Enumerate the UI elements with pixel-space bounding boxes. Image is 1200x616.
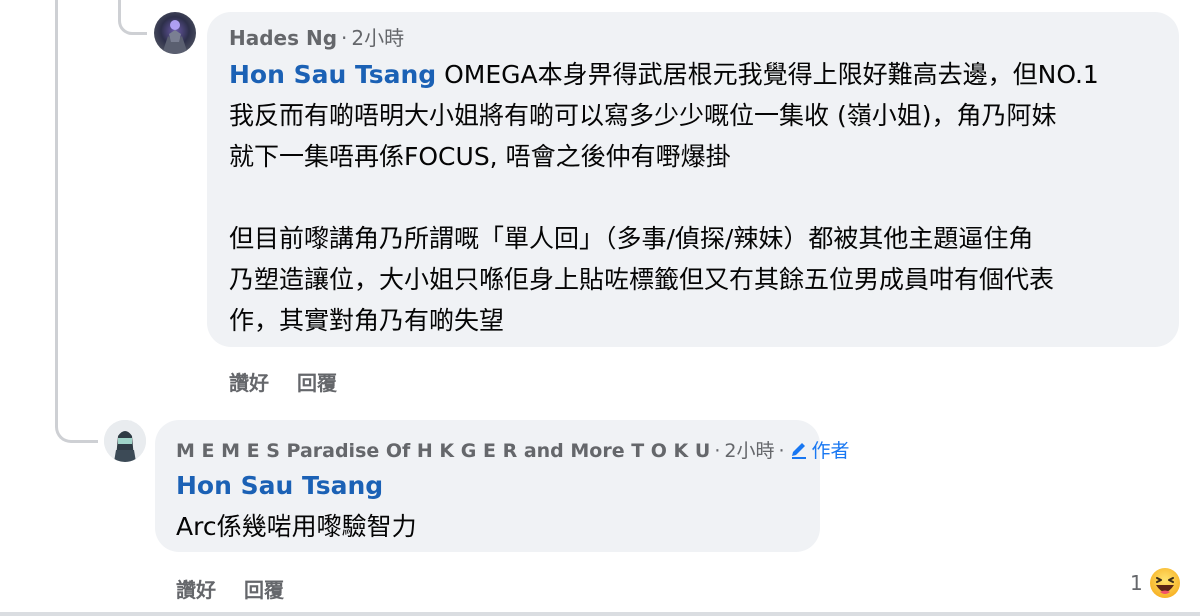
comment-header: M E M E S Paradise Of H K G E R and More… [176,436,850,463]
author-badge: 作者 [789,440,850,462]
avatar[interactable] [154,12,196,54]
thread-connector-vertical-main [55,0,58,418]
author-badge-label: 作者 [811,440,850,462]
comment-line: 乃塑造讓位，大小姐只喺佢身上貼咗標籤但又冇其餘五位男成員咁有個代表 [229,265,1055,294]
reply-button[interactable]: 回覆 [297,371,337,395]
timestamp[interactable]: 2小時 [351,26,404,50]
haha-emoji-icon [1149,568,1180,598]
comment-text: Hon Sau Tsang Arc係幾啱用嚟驗智力 [176,465,417,547]
like-button[interactable]: 讚好 [176,578,216,602]
comment-line: 就下一集唔再係FOCUS, 唔會之後仲有嘢爆掛 [229,142,731,171]
timestamp[interactable]: 2小時 [724,440,774,462]
comment-line: 但目前嚟講角乃所謂嘅「單人回」（多事/偵探/辣妹）都被其他主題逼住角 [229,224,1034,253]
author-name[interactable]: Hades Ng [229,26,337,50]
comment-line: Hon Sau Tsang OMEGA本身畀得武居根元我覺得上限好難高去邊，但N… [229,54,1099,95]
reaction-count: 1 [1130,571,1143,595]
mention-link[interactable]: Hon Sau Tsang [229,60,436,89]
comment-line: 我反而有啲唔明大小姐將有啲可以寫多少少嘅位一集收 (嶺小姐)，角乃阿妹 [229,101,1057,130]
comment-line-text: OMEGA本身畀得武居根元我覺得上限好難高去邊，但NO.1 [436,60,1099,89]
comment-actions: 讚好 回覆 [176,574,312,603]
separator-dot: · [341,26,348,50]
like-button[interactable]: 讚好 [229,371,269,395]
mention-link[interactable]: Hon Sau Tsang [176,465,417,506]
comment-line: Arc係幾啱用嚟驗智力 [176,512,417,541]
comment-header: Hades Ng · 2小時 [229,22,404,51]
avatar-image-icon [162,20,188,54]
separator-dot: · [714,440,721,462]
thread-connector-curve-main [55,410,98,443]
pencil-icon [791,443,806,459]
comment-text: Hon Sau Tsang OMEGA本身畀得武居根元我覺得上限好難高去邊，但N… [229,54,1099,341]
thread-connector-curve-top [118,0,147,35]
avatar-image-icon [104,420,146,462]
bottom-divider [0,612,1200,616]
separator-dot: · [778,440,785,462]
comment-actions: 讚好 回覆 [229,367,365,396]
reply-button[interactable]: 回覆 [244,578,284,602]
avatar[interactable] [104,420,146,462]
author-name[interactable]: M E M E S Paradise Of H K G E R and More… [176,440,710,462]
comment-line: 作，其實對角乃有啲失望 [229,306,505,335]
reaction-summary[interactable]: 1 [1130,566,1181,600]
